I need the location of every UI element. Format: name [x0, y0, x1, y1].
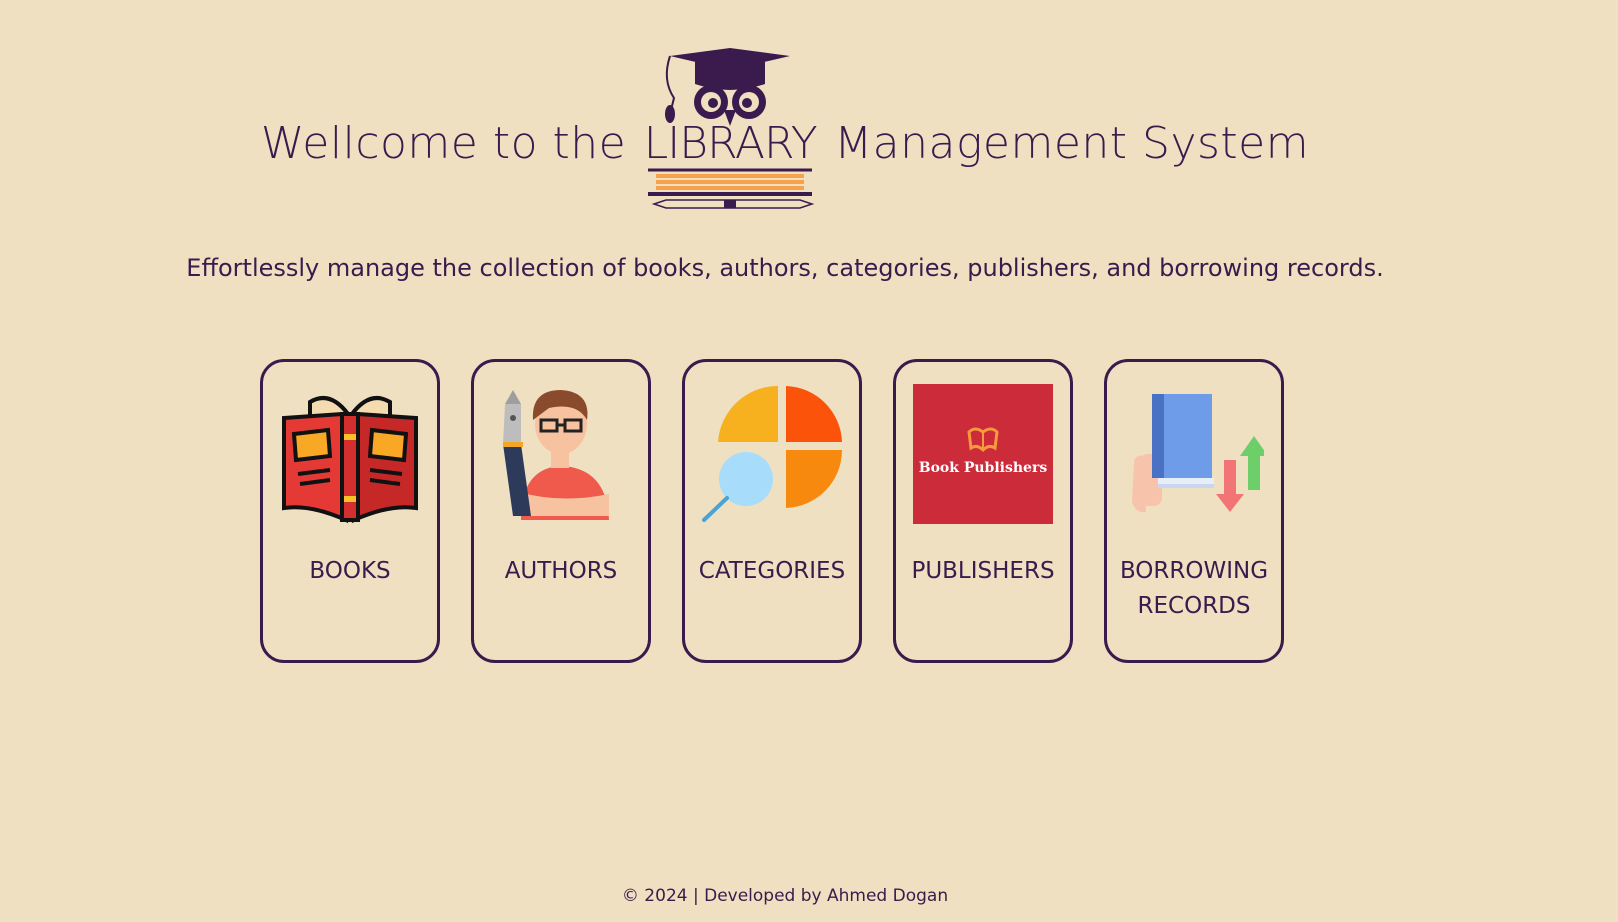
title-after: Management System [834, 118, 1310, 169]
publisher-book-icon [967, 427, 999, 453]
book-publishers-logo: Book Publishers [913, 384, 1053, 524]
title-before: Wellcome to the [260, 118, 627, 169]
publishers-card[interactable]: Book Publishers PUBLISHERS [893, 359, 1073, 663]
publisher-image-text: Book Publishers [918, 460, 1048, 476]
logo-word: LIBRARY [643, 118, 818, 169]
page-footer: © 2024 | Developed by Ahmed Dogan [621, 886, 949, 906]
borrowing-book-arrows-icon [1132, 394, 1264, 513]
library-logo: LIBRARY [640, 40, 820, 210]
categories-card-label: CATEGORIES [698, 558, 846, 584]
publishers-card-label: PUBLISHERS [911, 558, 1055, 584]
page-subtitle: Effortlessly manage the collection of bo… [186, 254, 1384, 282]
page-header: Wellcome to the LIBRARY Management Syste… [0, 40, 1570, 210]
borrowing-records-card[interactable]: BORROWING RECORDS [1104, 359, 1284, 663]
books-card[interactable]: BOOKS [260, 359, 440, 663]
navigation-cards: BOOKS AUTHORS CATEGORIES Book Publishers… [260, 359, 1284, 663]
categories-card[interactable]: CATEGORIES [682, 359, 862, 663]
borrowing-records-card-label: BORROWING RECORDS [1119, 558, 1269, 619]
categories-magnifier-icon [702, 385, 842, 522]
authors-card-label: AUTHORS [504, 558, 618, 584]
books-card-label: BOOKS [309, 558, 391, 584]
author-with-pen-icon [503, 390, 609, 520]
open-book-icon [282, 396, 418, 524]
authors-card[interactable]: AUTHORS [471, 359, 651, 663]
